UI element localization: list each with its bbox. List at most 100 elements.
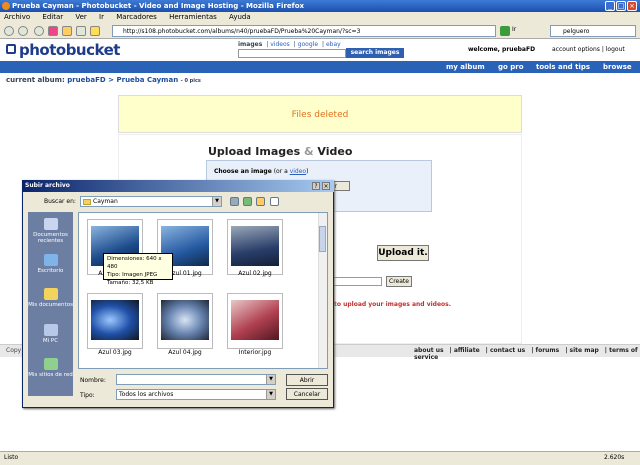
menu-editar[interactable]: Editar <box>42 13 63 21</box>
footer-affiliate[interactable]: affiliate <box>454 347 480 354</box>
up-folder-icon[interactable] <box>243 197 252 206</box>
filetype-label: Tipo: <box>80 392 95 399</box>
file-name[interactable]: Azul 04.jpg <box>155 349 215 356</box>
upload-heading-amp: & <box>303 145 314 158</box>
maximize-button[interactable]: □ <box>616 1 626 11</box>
tab-images[interactable]: images <box>238 41 262 48</box>
network-places-icon <box>43 358 58 370</box>
menu-herramientas[interactable]: Herramientas <box>169 13 217 21</box>
back-icon[interactable] <box>4 26 14 36</box>
video-link[interactable]: video <box>290 168 306 175</box>
breadcrumb-separator: > <box>108 76 115 84</box>
nav-my-album[interactable]: my album <box>446 61 485 73</box>
album-prefix: current album: <box>6 76 65 84</box>
forward-icon[interactable] <box>18 26 28 36</box>
file-thumb-interior[interactable] <box>227 293 283 349</box>
home-icon[interactable] <box>62 26 72 36</box>
file-name[interactable]: Interior.jpg <box>225 349 285 356</box>
place-my-documents[interactable]: Mis documentos <box>28 288 73 308</box>
place-network[interactable]: Mis sitios de red <box>28 358 73 378</box>
file-name[interactable]: Azul 03.jpg <box>85 349 145 356</box>
welcome-text: welcome, pruebaFD <box>468 46 536 53</box>
album-user-link[interactable]: pruebaFD <box>67 76 106 84</box>
my-documents-icon <box>43 288 58 300</box>
tab-videos[interactable]: videos <box>270 41 290 48</box>
open-button[interactable]: Abrir <box>286 374 328 386</box>
image-thumb <box>161 300 209 340</box>
menu-marcadores[interactable]: Marcadores <box>116 13 157 21</box>
minimize-button[interactable]: _ <box>605 1 615 11</box>
photobucket-logo-icon <box>6 44 16 54</box>
tab-google[interactable]: google <box>298 41 318 48</box>
place-desktop[interactable]: Escritorio <box>28 254 73 274</box>
desktop-icon <box>43 254 58 266</box>
close-icon[interactable]: × <box>627 1 637 11</box>
url-input[interactable]: http://s108.photobucket.com/albums/n40/p… <box>112 25 496 37</box>
site-logo[interactable]: photobucket <box>19 41 120 59</box>
breadcrumb: current album: pruebaFD > Prueba Cayman … <box>6 76 201 84</box>
upload-it-button[interactable]: Upload it. <box>377 245 429 261</box>
chevron-down-icon[interactable]: ▼ <box>266 375 275 384</box>
file-name[interactable]: Azul 02.jpg <box>225 270 285 277</box>
nav-browse[interactable]: browse <box>603 61 632 73</box>
album-name-input[interactable] <box>330 277 382 286</box>
footer-forums[interactable]: forums <box>535 347 559 354</box>
navigation-toolbar: http://s108.photobucket.com/albums/n40/p… <box>0 23 640 39</box>
dialog-close-button[interactable]: × <box>322 182 330 190</box>
place-network-label: Mis sitios de red <box>28 372 73 378</box>
footer-about-us[interactable]: about us <box>414 347 444 354</box>
reload-icon[interactable] <box>34 26 44 36</box>
file-thumb-azul04[interactable] <box>157 293 213 349</box>
chevron-down-icon[interactable]: ▼ <box>212 197 221 206</box>
print-icon[interactable] <box>76 26 86 36</box>
menu-ver[interactable]: Ver <box>75 13 86 21</box>
filename-input[interactable]: ▼ <box>116 374 276 385</box>
menu-archivo[interactable]: Archivo <box>4 13 30 21</box>
nav-go-pro[interactable]: go pro <box>498 61 524 73</box>
footer-site-map[interactable]: site map <box>570 347 599 354</box>
back-folder-icon[interactable] <box>230 197 239 206</box>
go-label[interactable]: Ir <box>512 26 516 33</box>
file-list: Azul 00.jpg Azul 01.jpg Azul 02.jpg Azul… <box>78 212 328 369</box>
cancel-button[interactable]: Cancelar <box>286 388 328 400</box>
filetype-select[interactable]: Todos los archivos ▼ <box>116 389 276 400</box>
filetype-value: Todos los archivos <box>119 391 174 398</box>
menu-ir[interactable]: Ir <box>99 13 104 21</box>
album-name-link[interactable]: Prueba Cayman <box>116 76 178 84</box>
scrollbar-thumb[interactable] <box>319 226 326 252</box>
chevron-down-icon[interactable]: ▼ <box>266 390 275 399</box>
dialog-help-button[interactable]: ? <box>312 182 320 190</box>
bookmark-icon[interactable] <box>90 26 100 36</box>
tab-ebay[interactable]: ebay <box>326 41 341 48</box>
footer-contact-us[interactable]: contact us <box>490 347 525 354</box>
promo-text: to upload your images and videos. <box>334 301 451 308</box>
account-links[interactable]: account options | logout <box>552 46 625 53</box>
new-folder-icon[interactable] <box>256 197 265 206</box>
file-thumb-azul03[interactable] <box>87 293 143 349</box>
file-thumb-azul02[interactable] <box>227 219 283 275</box>
nav-tools-and-tips[interactable]: tools and tips <box>536 61 590 73</box>
upload-heading-video: Video <box>317 145 353 158</box>
recent-documents-icon <box>43 218 58 230</box>
footer-terms[interactable]: terms of service <box>414 347 638 361</box>
browser-search-input[interactable]: pelguero <box>550 25 636 37</box>
tooltip-type: Tipo: Imagen JPEG <box>107 272 158 278</box>
choose-text: Choose an image <box>214 168 272 175</box>
tooltip-dimensions: Dimensiones: 640 x 480 <box>107 256 162 270</box>
place-my-pc[interactable]: Mi PC <box>28 324 73 344</box>
menu-ayuda[interactable]: Ayuda <box>229 13 251 21</box>
search-images-button[interactable]: search images <box>346 48 404 58</box>
place-recent[interactable]: Documentos recientes <box>28 218 73 244</box>
create-button[interactable]: Create <box>386 276 412 287</box>
notice-text: Files deleted <box>291 110 349 120</box>
status-bar <box>0 451 640 465</box>
place-my-documents-label: Mis documentos <box>28 302 73 308</box>
status-timing: 2.620s <box>604 454 625 461</box>
stop-icon[interactable] <box>48 26 58 36</box>
place-my-pc-label: Mi PC <box>42 338 59 344</box>
view-menu-icon[interactable] <box>270 197 279 206</box>
site-search-input[interactable] <box>238 49 346 58</box>
go-icon[interactable] <box>500 26 510 36</box>
lookin-select[interactable]: Cayman ▼ <box>80 196 222 207</box>
file-tooltip: Dimensiones: 640 x 480 Tipo: Imagen JPEG… <box>103 253 173 286</box>
